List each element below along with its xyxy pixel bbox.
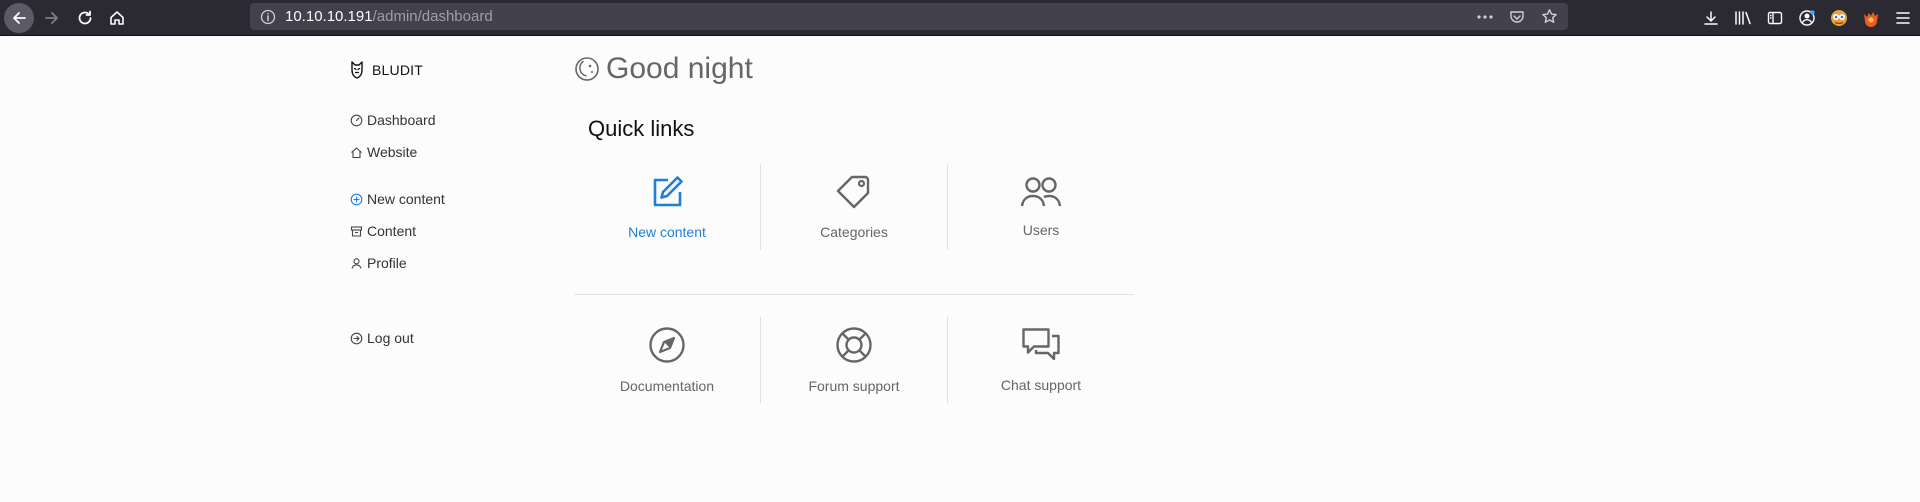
extension-icon[interactable] (1828, 7, 1850, 29)
menu-icon[interactable] (1892, 7, 1914, 29)
forward-button[interactable] (37, 3, 67, 33)
compass-icon (649, 327, 685, 363)
url-host: 10.10.10.191 (285, 8, 373, 25)
url-bar[interactable]: 10.10.10.191/admin/dashboard (250, 3, 1568, 30)
tag-icon (836, 175, 870, 209)
quick-links-row: New content Categories Users (574, 164, 1134, 294)
nav-group-content: New content Content Profile (350, 183, 550, 279)
sidebar-item-label: Log out (367, 330, 414, 346)
sidebar-item-profile[interactable]: Profile (350, 247, 550, 279)
sidebar-item-label: Profile (367, 255, 407, 271)
quick-link-new-content[interactable]: New content (574, 164, 760, 250)
url-path: /admin/dashboard (372, 8, 493, 25)
edit-icon (653, 176, 683, 207)
browser-toolbar: 10.10.10.191/admin/dashboard (0, 0, 1920, 36)
quick-link-chat-support[interactable]: Chat support (948, 317, 1134, 403)
bludit-logo-icon (351, 61, 363, 79)
url-text[interactable]: 10.10.10.191/admin/dashboard (285, 8, 493, 25)
download-icon[interactable] (1700, 7, 1722, 29)
account-icon[interactable] (1796, 7, 1818, 29)
sidebar-item-website[interactable]: Website (350, 136, 550, 168)
back-arrow-icon (13, 12, 26, 24)
plus-circle-icon (350, 193, 363, 205)
reload-button[interactable] (70, 3, 100, 33)
home-icon (110, 11, 124, 25)
quick-links-title: Quick links (588, 116, 695, 141)
quick-links-row: Documentation Forum support Chat support (574, 294, 1134, 425)
quick-links-grid: New content Categories Users Documentati… (574, 164, 1134, 425)
reload-icon (78, 10, 92, 25)
sidebar-item-label: New content (367, 191, 445, 207)
quick-link-label: Chat support (1000, 377, 1082, 393)
sidebar-item-label: Dashboard (367, 112, 436, 128)
quick-link-documentation[interactable]: Documentation (574, 317, 760, 403)
quick-link-label: Forum support (808, 378, 900, 394)
greeting-text: Good night (606, 52, 753, 85)
sidebar-item-content[interactable]: Content (350, 215, 550, 247)
back-button[interactable] (4, 3, 34, 33)
quick-link-label: New content (628, 224, 706, 240)
sidebar-item-new-content[interactable]: New content (350, 183, 550, 215)
archive-icon (350, 225, 363, 237)
chat-icon (1022, 328, 1060, 361)
person-icon (351, 257, 362, 269)
main-content: Good night Quick links New content Categ… (574, 50, 1134, 403)
sidebar-item-label: Content (367, 223, 417, 239)
more-dots-icon[interactable] (1474, 6, 1496, 28)
sidebar-item-logout[interactable]: Log out (350, 322, 550, 354)
users-icon (1020, 177, 1062, 207)
quick-link-categories[interactable]: Categories (760, 164, 948, 250)
quick-link-forum-support[interactable]: Forum support (760, 317, 948, 403)
sidebar: BLUDIT Dashboard Website New content Con… (350, 58, 550, 354)
quick-link-label: Users (1022, 222, 1060, 238)
lifebuoy-icon (836, 327, 872, 363)
pocket-icon[interactable] (1506, 6, 1528, 28)
greeting: Good night (574, 50, 753, 88)
sidebar-item-dashboard[interactable]: Dashboard (350, 104, 550, 136)
moon-icon (575, 57, 599, 81)
info-icon[interactable] (259, 9, 277, 25)
brand-name: BLUDIT (372, 62, 423, 78)
nav-group-main: Dashboard Website (350, 104, 550, 168)
nav-group-session: Log out (350, 322, 550, 354)
forward-arrow-icon (45, 12, 58, 24)
library-icon[interactable] (1732, 7, 1754, 29)
home-button[interactable] (102, 3, 132, 33)
logout-icon (350, 332, 363, 344)
firefox-icon[interactable] (1860, 7, 1882, 29)
dashboard-icon (350, 114, 363, 126)
star-icon[interactable] (1538, 6, 1560, 28)
quick-link-label: Documentation (619, 378, 715, 394)
home-icon (351, 146, 362, 158)
sidebar-item-label: Website (367, 144, 418, 160)
sidebar-icon[interactable] (1764, 7, 1786, 29)
quick-link-label: Categories (820, 224, 888, 240)
brand[interactable]: BLUDIT (350, 58, 550, 82)
quick-link-users[interactable]: Users (948, 164, 1134, 250)
